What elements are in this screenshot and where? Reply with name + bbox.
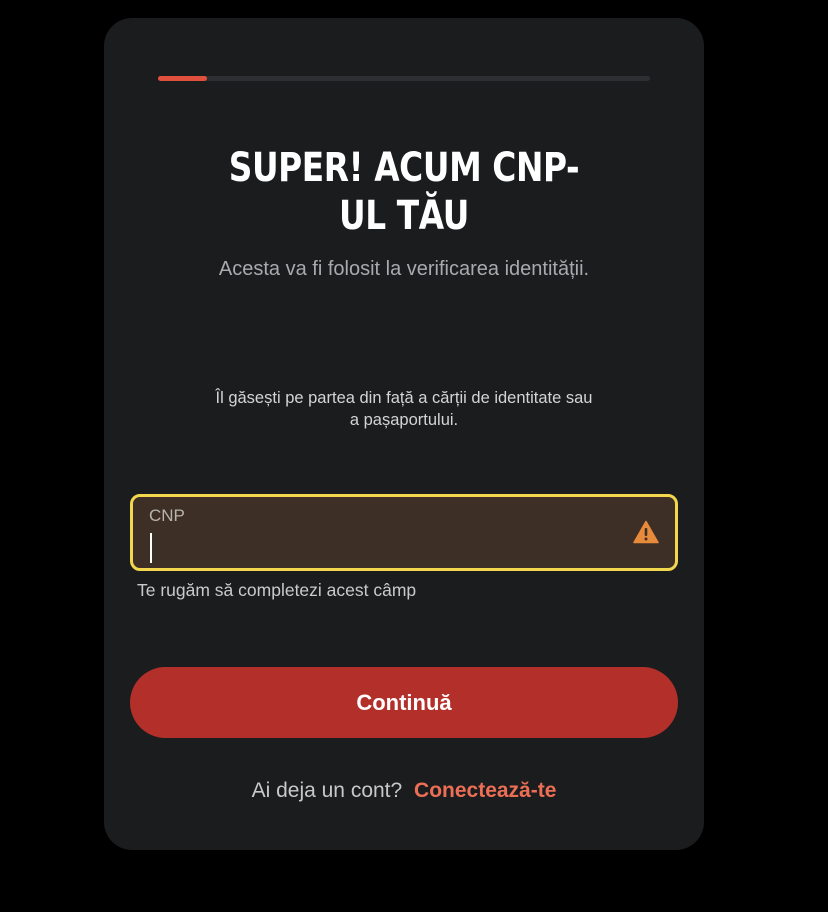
login-link[interactable]: Conectează-te [414,779,556,802]
progress-bar [158,76,650,81]
continue-button[interactable]: Continuă [130,667,678,738]
text-caret [150,533,152,563]
login-prompt: Ai deja un cont? Conectează-te [104,779,704,803]
cnp-field-label: CNP [149,506,185,525]
cnp-hint: Îl găsești pe partea din față a cărții d… [215,389,593,429]
cnp-input[interactable] [149,531,609,561]
progress-fill [158,76,208,81]
cnp-field[interactable]: CNP [130,494,678,571]
signup-card: SUPER! ACUM CNP-UL TĂU Acesta va fi folo… [104,18,704,850]
page-subtitle: Acesta va fi folosit la verificarea iden… [218,258,590,280]
login-prompt-text: Ai deja un cont? [251,779,403,802]
page-title: SUPER! ACUM CNP-UL TĂU [228,145,580,239]
warning-icon [633,520,659,544]
cnp-error-message: Te rugăm să completezi acest câmp [137,580,417,600]
